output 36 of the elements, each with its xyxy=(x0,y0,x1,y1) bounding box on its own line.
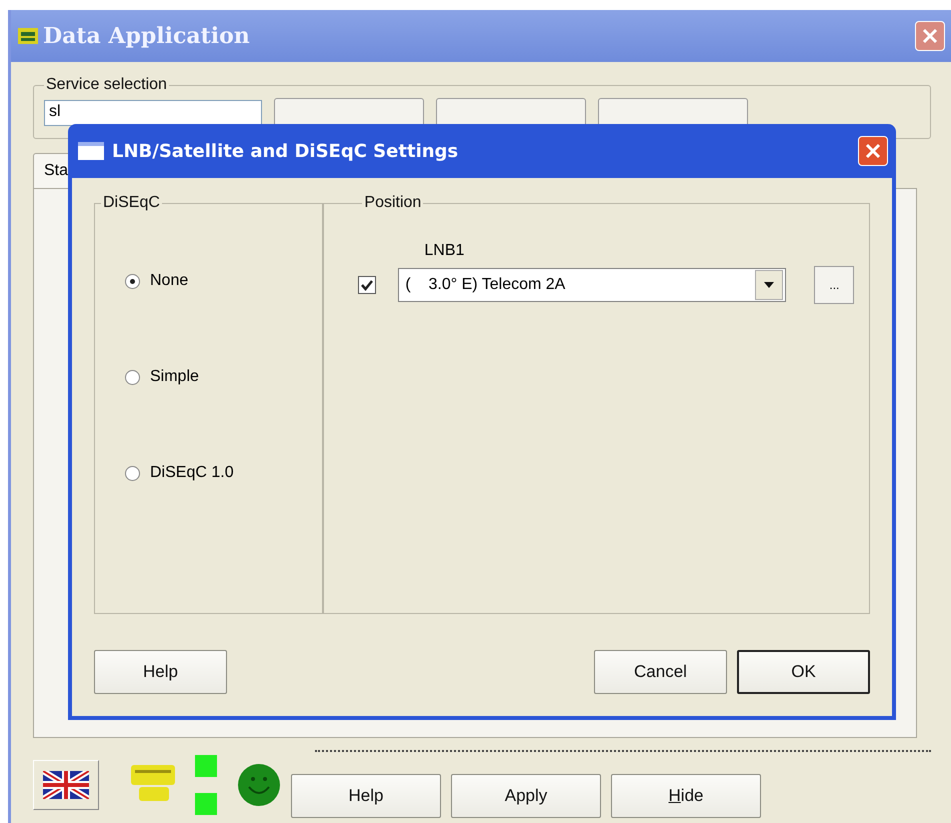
dialog-button[interactable]: Cancel xyxy=(594,650,727,694)
dialog-title: LNB/Satellite and DiSEqC Settings xyxy=(112,140,460,162)
radio-option[interactable]: Simple xyxy=(125,368,322,386)
footer-button[interactable]: Help xyxy=(291,774,441,818)
radio-option[interactable]: DiSEqC 1.0 xyxy=(125,464,322,482)
caret-icon xyxy=(764,282,774,288)
service-field[interactable]: sl xyxy=(44,100,262,126)
group-label: DiSEqC xyxy=(102,194,161,212)
option-label: DiSEqC 1.0 xyxy=(150,464,234,482)
smiley-icon xyxy=(237,763,281,807)
option-label: None xyxy=(150,272,188,290)
flag-icon xyxy=(43,771,89,799)
language-button[interactable] xyxy=(33,760,99,810)
lnb-label: LNB1 xyxy=(424,242,466,260)
radio-option[interactable]: None xyxy=(125,272,322,290)
checkbox[interactable] xyxy=(358,276,376,294)
dialog-button[interactable]: Help xyxy=(94,650,227,694)
window-title: Data Application xyxy=(43,23,251,49)
window-icon xyxy=(78,142,104,160)
close-button[interactable] xyxy=(858,136,888,166)
close-icon xyxy=(864,142,882,160)
footer-button[interactable]: Apply xyxy=(451,774,601,818)
radio-button[interactable] xyxy=(125,466,140,480)
close-button[interactable] xyxy=(915,21,945,51)
close-icon xyxy=(921,27,939,45)
dialog-button[interactable]: OK xyxy=(737,650,870,694)
group-label: Service selection xyxy=(45,76,168,94)
option-label: Simple xyxy=(150,368,199,386)
radio-button[interactable] xyxy=(125,370,140,384)
app-icon xyxy=(17,26,39,46)
satellite-dropdown[interactable]: ( 3.0° E) Telecom 2A xyxy=(398,268,786,302)
footer-button[interactable]: Hide xyxy=(611,774,761,818)
check-icon xyxy=(361,279,374,291)
radio-button[interactable] xyxy=(125,274,140,288)
browse-button[interactable]: ... xyxy=(814,266,854,304)
group-label: Position xyxy=(363,194,422,212)
